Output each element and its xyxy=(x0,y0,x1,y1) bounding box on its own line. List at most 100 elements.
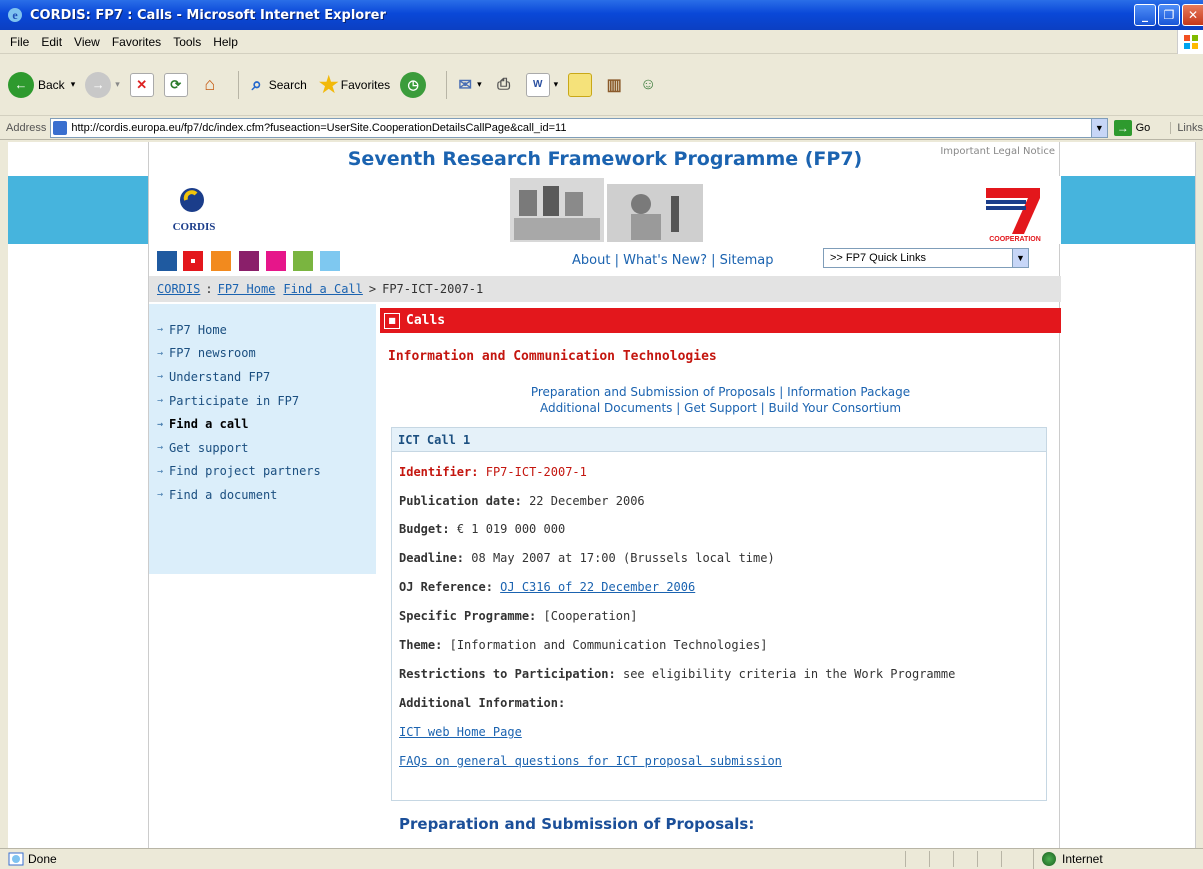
breadcrumb-gt: > xyxy=(368,282,377,296)
faq-link-row: FAQs on general questions for ICT propos… xyxy=(399,754,782,768)
oj-reference-row: OJ Reference: OJ C316 of 22 December 200… xyxy=(399,580,696,594)
word-icon: W xyxy=(525,72,550,97)
links-button[interactable]: Links xyxy=(1170,121,1203,134)
print-button[interactable]: ⎙ xyxy=(492,73,516,97)
color-swatch[interactable] xyxy=(157,251,177,271)
window-title: CORDIS: FP7 : Calls - Microsoft Internet… xyxy=(30,7,386,23)
status-cells xyxy=(905,851,1025,867)
go-button[interactable]: Go xyxy=(1136,122,1151,134)
color-swatch[interactable] xyxy=(320,251,340,271)
address-label: Address xyxy=(6,121,47,134)
mail-dropdown-icon[interactable]: ▾ xyxy=(477,79,482,90)
sidebar-item-fp7-newsroom[interactable]: → FP7 newsroom xyxy=(149,342,376,366)
whats-new-link[interactable]: What's New? xyxy=(623,253,707,268)
forward-dropdown-icon[interactable]: ▾ xyxy=(115,79,120,90)
vertical-scrollbar[interactable] xyxy=(1195,142,1203,848)
minimize-button[interactable]: _ xyxy=(1134,4,1156,26)
close-button[interactable]: ✕ xyxy=(1182,4,1203,26)
mail-button[interactable]: ✉ ▾ xyxy=(453,73,482,97)
arrow-icon: → xyxy=(157,465,164,477)
link-info-package[interactable]: Information Package xyxy=(787,385,910,399)
messenger-button[interactable]: ☺ xyxy=(636,73,660,97)
favorites-label: Favorites xyxy=(340,77,391,92)
banner-photo-panel xyxy=(378,176,834,244)
breadcrumb-find-call[interactable]: Find a Call xyxy=(283,282,362,296)
deadline-row: Deadline: 08 May 2007 at 17:00 (Brussels… xyxy=(399,551,775,565)
menu-tools[interactable]: Tools xyxy=(167,35,207,49)
menu-edit[interactable]: Edit xyxy=(35,35,68,49)
go-arrow-icon[interactable]: → xyxy=(1113,119,1132,136)
about-link[interactable]: About xyxy=(572,253,610,268)
legal-notice-link[interactable]: Important Legal Notice xyxy=(940,146,1055,157)
breadcrumb-fp7-home[interactable]: FP7 Home xyxy=(218,282,276,296)
sidebar-item-find-document[interactable]: → Find a document xyxy=(149,483,376,507)
separator: | xyxy=(614,253,619,268)
call-links: Preparation and Submission of Proposals … xyxy=(380,384,1061,416)
menu-help[interactable]: Help xyxy=(207,35,244,49)
chevron-down-icon[interactable]: ▼ xyxy=(1012,249,1028,267)
search-button[interactable]: ⌕ Search xyxy=(245,73,307,97)
call-title: ICT Call 1 xyxy=(392,428,1046,452)
menu-bar: File Edit View Favorites Tools Help xyxy=(0,30,1203,54)
sidebar-item-understand-fp7[interactable]: → Understand FP7 xyxy=(149,365,376,389)
edit-dropdown-icon[interactable]: ▾ xyxy=(554,79,559,90)
color-swatch[interactable] xyxy=(239,251,259,271)
link-additional-docs[interactable]: Additional Documents xyxy=(540,401,672,415)
discuss-button[interactable] xyxy=(568,72,593,97)
breadcrumb-cordis[interactable]: CORDIS xyxy=(157,282,200,296)
menu-view[interactable]: View xyxy=(68,35,106,49)
color-swatch[interactable] xyxy=(293,251,313,271)
menu-favorites[interactable]: Favorites xyxy=(106,35,167,49)
forward-arrow-icon: → xyxy=(85,71,112,98)
address-input[interactable]: http://cordis.europa.eu/fp7/dc/index.cfm… xyxy=(50,117,1108,138)
star-icon: ★ xyxy=(318,71,339,97)
theme-row: Theme: [Information and Communication Te… xyxy=(399,638,768,652)
svg-text:COOPERATION: COOPERATION xyxy=(989,236,1041,243)
sidebar-item-find-partners[interactable]: → Find project partners xyxy=(149,460,376,484)
ict-home-link[interactable]: ICT web Home Page xyxy=(399,725,522,739)
sitemap-link[interactable]: Sitemap xyxy=(720,253,774,268)
sidebar-item-get-support[interactable]: → Get support xyxy=(149,436,376,460)
title-bar: e CORDIS: FP7 : Calls - Microsoft Intern… xyxy=(0,0,1203,30)
arrow-icon: → xyxy=(157,347,164,359)
site-title: Seventh Research Framework Programme (FP… xyxy=(347,148,863,170)
menu-file[interactable]: File xyxy=(4,35,35,49)
stop-button[interactable]: ✕ xyxy=(129,72,154,97)
back-dropdown-icon[interactable]: ▾ xyxy=(71,79,76,90)
budget-row: Budget: € 1 019 000 000 xyxy=(399,522,566,536)
main-content: ■ Calls Information and Communication Te… xyxy=(380,308,1061,848)
forward-button[interactable]: → ▾ xyxy=(85,71,120,98)
cordis-logo[interactable]: CORDIS xyxy=(149,176,241,244)
restore-button[interactable]: ❐ xyxy=(1158,4,1180,26)
sidebar-item-fp7-home[interactable]: → FP7 Home xyxy=(149,318,376,342)
address-dropdown-icon[interactable]: ▼ xyxy=(1090,118,1107,137)
research-button[interactable]: ▥ xyxy=(602,73,626,97)
messenger-icon: ☺ xyxy=(640,75,657,93)
link-build-consortium[interactable]: Build Your Consortium xyxy=(768,401,901,415)
oj-reference-link[interactable]: OJ C316 of 22 December 2006 xyxy=(500,580,695,594)
link-get-support[interactable]: Get Support xyxy=(684,401,757,415)
favorites-button[interactable]: ★ Favorites xyxy=(317,71,391,97)
sidebar-item-find-call[interactable]: → Find a call xyxy=(149,412,376,436)
back-button[interactable]: ← Back ▾ xyxy=(8,71,76,98)
refresh-button[interactable]: ⟳ xyxy=(163,72,188,97)
svg-text:CORDIS: CORDIS xyxy=(173,221,216,233)
ie-icon: e xyxy=(8,8,22,22)
restrictions-row: Restrictions to Participation: see eligi… xyxy=(399,667,956,681)
bullet-icon: ■ xyxy=(384,312,400,329)
edit-button[interactable]: W ▾ xyxy=(525,72,559,97)
page-done-icon xyxy=(8,852,24,866)
color-swatch[interactable] xyxy=(183,251,203,271)
color-swatch[interactable] xyxy=(211,251,231,271)
arrow-icon: → xyxy=(157,324,164,336)
link-preparation[interactable]: Preparation and Submission of Proposals xyxy=(531,385,776,399)
sidebar-item-participate-fp7[interactable]: → Participate in FP7 xyxy=(149,389,376,413)
status-text: Done xyxy=(8,852,57,866)
fp7-logo-icon: COOPERATION xyxy=(986,188,1041,243)
faq-link[interactable]: FAQs on general questions for ICT propos… xyxy=(399,754,782,768)
history-button[interactable]: ◷ xyxy=(400,71,430,98)
specific-programme-row: Specific Programme: [Cooperation] xyxy=(399,609,638,623)
home-button[interactable]: ⌂ xyxy=(198,73,222,97)
quick-links-select[interactable]: >> FP7 Quick Links ▼ xyxy=(823,248,1029,268)
color-swatch[interactable] xyxy=(266,251,286,271)
